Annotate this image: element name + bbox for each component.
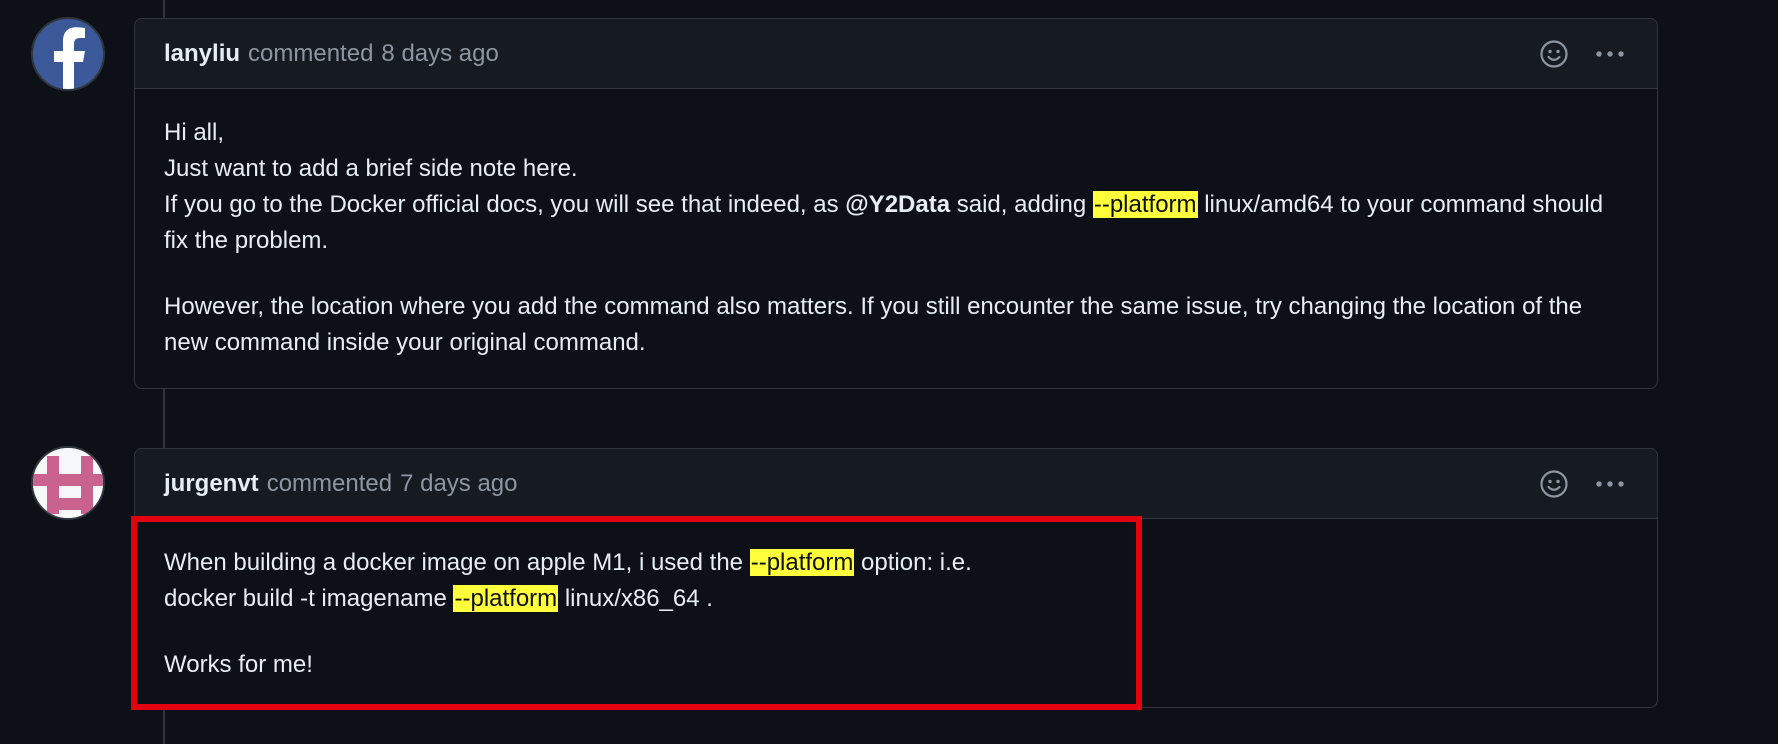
body-text: When building a docker image on apple M1… [164,549,750,576]
comment-header: lanyliu commented 8 days ago [135,19,1657,89]
search-highlight: --platform [453,585,559,612]
comment-card: lanyliu commented 8 days ago Hi all, Jus… [134,18,1658,389]
body-text: said, adding [950,191,1093,218]
user-mention-link[interactable]: @Y2Data [845,191,950,218]
author-link[interactable]: jurgenvt [164,470,259,498]
author-link[interactable]: lanyliu [164,40,240,68]
kebab-menu-icon[interactable] [1593,467,1627,501]
body-text: option: i.e. [854,549,972,576]
comment-paragraph: Works for me! [164,651,313,678]
smiley-icon[interactable] [1537,467,1571,501]
comment-meta: commented 7 days ago [267,470,518,498]
comment-paragraph: Hi all, Just want to add a brief side no… [164,115,1628,259]
timestamp-link[interactable]: 8 days ago [381,40,498,67]
comment-header: jurgenvt commented 7 days ago [135,449,1657,519]
body-text: docker build -t imagename [164,585,454,612]
facebook-logo-icon [54,27,85,89]
comment-paragraph: However, the location where you add the … [164,293,1583,356]
comment-card: jurgenvt commented 7 days ago When build… [134,448,1658,708]
comment-verb: commented [248,39,374,67]
comment-paragraph: When building a docker image on apple M1… [164,545,1628,617]
header-actions [1537,449,1627,519]
comment-body: Hi all, Just want to add a brief side no… [135,89,1657,361]
kebab-menu-icon[interactable] [1593,37,1627,71]
body-text: If you go to the Docker official docs, y… [164,191,846,218]
search-highlight: --platform [1092,191,1198,218]
avatar[interactable] [31,17,105,91]
timestamp-link[interactable]: 7 days ago [400,470,517,497]
search-highlight: --platform [749,549,855,576]
pixel-identicon-icon [33,448,103,518]
comment-meta: commented 8 days ago [248,40,499,68]
header-actions [1537,19,1627,89]
avatar[interactable] [31,446,105,520]
body-text: linux/x86_64 . [558,585,713,612]
body-text: Just want to add a brief side note here. [164,155,578,182]
body-text: Hi all, [164,119,225,146]
smiley-icon[interactable] [1537,37,1571,71]
comment-verb: commented [266,469,393,497]
comment-body: When building a docker image on apple M1… [135,519,1657,683]
